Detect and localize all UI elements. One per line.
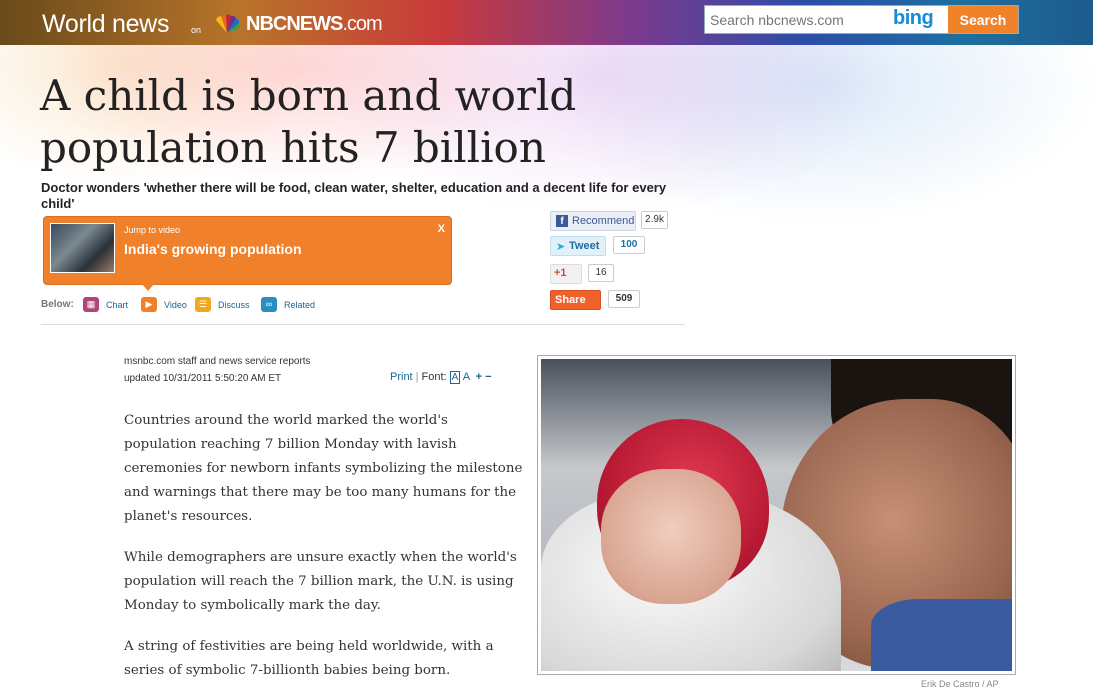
facebook-icon: f [556, 215, 568, 227]
font-increase-button[interactable]: + [476, 371, 482, 383]
logo-suffix: .com [342, 13, 382, 35]
logo-text: NBCNEWS [246, 13, 343, 35]
search-box: bing Search [704, 5, 1019, 34]
photo-shape [871, 599, 1012, 671]
below-item-label: Video [164, 300, 187, 310]
search-input[interactable] [708, 9, 892, 31]
headline: A child is born and world population hit… [40, 71, 577, 172]
font-label: Font: [421, 371, 447, 383]
updated-timestamp: updated 10/31/2011 5:50:20 AM ET [124, 373, 282, 384]
font-decrease-button[interactable]: − [485, 371, 491, 383]
tweet-count: 100 [613, 236, 645, 254]
article-paragraph: A string of festivities are being held w… [124, 639, 494, 678]
recommend-label: Recommend [572, 215, 635, 227]
twitter-bird-icon: ➤ [556, 241, 566, 253]
chart-icon: ▦ [83, 297, 99, 312]
photo-image [541, 359, 1012, 671]
video-promo[interactable]: Jump to video India's growing population… [43, 216, 452, 291]
share-button[interactable]: Share [550, 290, 601, 310]
google-plus-one-button[interactable]: +1 [550, 264, 582, 284]
article-tools: Print | Font: A A + − [390, 371, 492, 384]
font-size-large-button[interactable]: A [463, 371, 470, 383]
divider [41, 324, 685, 325]
discuss-icon: ☰ [195, 297, 211, 312]
article-photo[interactable] [537, 355, 1016, 675]
plus-one-label: +1 [554, 267, 567, 279]
tweet-label: Tweet [569, 240, 600, 252]
photo-shape [601, 469, 741, 604]
close-icon[interactable]: X [438, 223, 445, 235]
below-item-label: Chart [106, 300, 129, 310]
on-label: on [191, 25, 202, 35]
photo-credit: Erik De Castro / AP [921, 679, 999, 689]
facebook-recommend-button[interactable]: f Recommend [550, 211, 636, 231]
share-label: Share [555, 294, 586, 306]
print-link[interactable]: Print [390, 371, 413, 383]
video-icon: ▶ [141, 297, 157, 312]
jump-to-video-label[interactable]: Jump to video [124, 225, 180, 235]
byline: msnbc.com staff and news service reports [124, 356, 311, 367]
nbc-peacock-icon [216, 14, 240, 34]
video-thumbnail[interactable] [50, 223, 115, 273]
below-item-label: Related [284, 300, 316, 310]
promo-pointer [142, 284, 154, 291]
tweet-button[interactable]: ➤ Tweet [550, 236, 606, 256]
related-icon: ∞ [261, 297, 277, 312]
facebook-count: 2.9k [641, 211, 668, 229]
plus-one-count: 16 [588, 264, 614, 282]
video-title[interactable]: India's growing population [124, 241, 302, 257]
nbcnews-logo[interactable]: NBCNEWS.com [246, 13, 383, 36]
article-paragraph: While demographers are unsure exactly wh… [124, 550, 517, 613]
article-body: Countries around the world marked the wo… [124, 409, 524, 700]
below-label: Below: [41, 299, 74, 310]
separator: | [415, 371, 419, 383]
bing-logo: bing [893, 7, 934, 29]
below-item-label: Discuss [218, 300, 250, 310]
font-size-small-button[interactable]: A [449, 371, 461, 384]
site-header: World news on NBCNEWS.com bing Search [0, 0, 1093, 45]
search-button[interactable]: Search [948, 6, 1018, 33]
section-title[interactable]: World news [42, 10, 169, 39]
share-count: 509 [608, 290, 640, 308]
subheadline: Doctor wonders 'whether there will be fo… [41, 180, 667, 211]
article-paragraph: Countries around the world marked the wo… [124, 413, 523, 524]
